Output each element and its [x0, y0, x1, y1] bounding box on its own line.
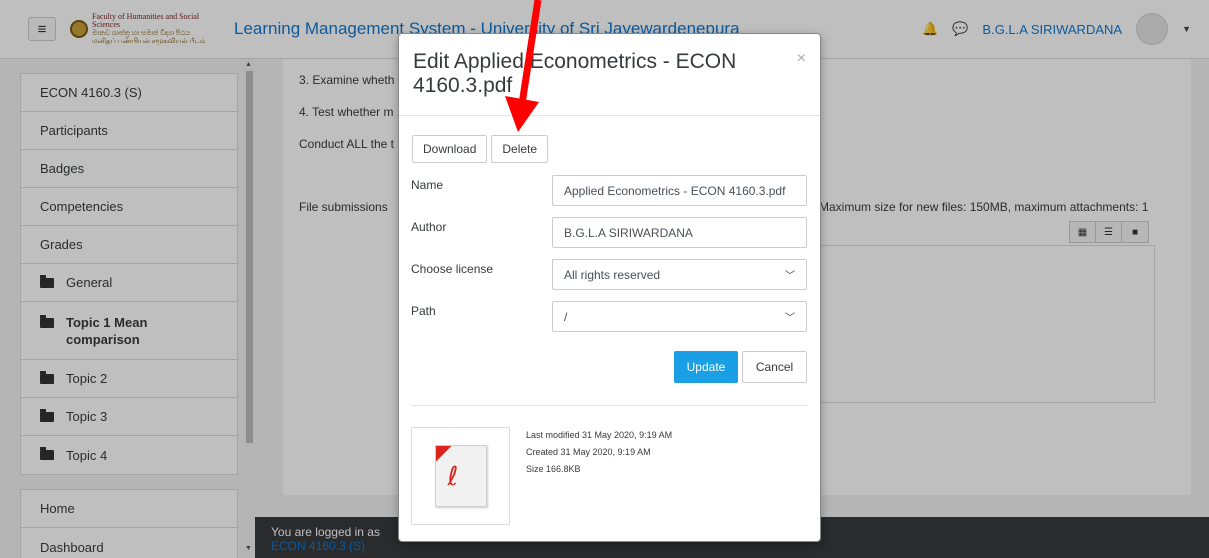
- annotation-arrow-icon: [505, 0, 542, 132]
- arrow-shaft: [518, 0, 542, 105]
- arrow-head: [505, 96, 539, 132]
